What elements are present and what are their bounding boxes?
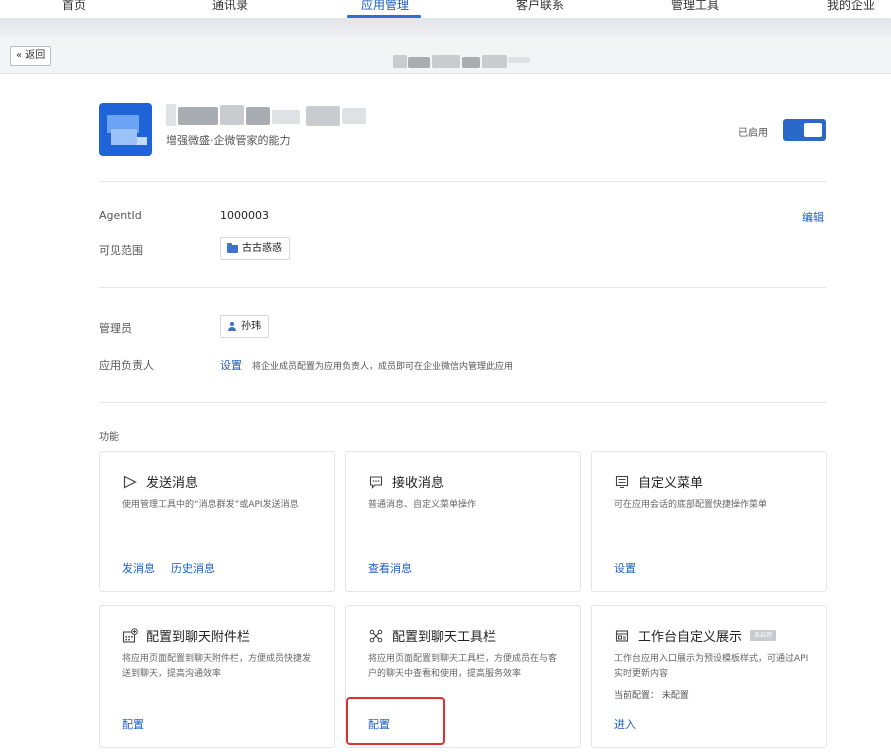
admin-label: 管理员	[99, 322, 132, 335]
app-name-redacted	[306, 106, 340, 126]
nav-management-tools[interactable]: 管理工具	[671, 0, 719, 13]
visible-range-chip[interactable]: 古古惑惑	[220, 237, 290, 260]
card-description: 将应用页面配置到聊天工具栏，方便成员在与客户的聊天中查看和使用，提高服务效率	[368, 654, 558, 679]
agentid-value: 1000003	[220, 209, 269, 222]
page-title-redacted	[393, 55, 407, 68]
page-title-redacted	[408, 57, 430, 68]
owner-set-link[interactable]: 设置	[220, 357, 242, 373]
card-title: 发送消息	[146, 476, 199, 491]
divider	[99, 181, 826, 182]
toolbar-icon	[368, 628, 384, 644]
app-name-redacted	[166, 104, 176, 126]
send-icon	[122, 474, 138, 490]
page-title-redacted	[508, 57, 530, 63]
attachment-bar-configure-link[interactable]: 配置	[122, 716, 144, 732]
nav-my-company[interactable]: 我的企业	[827, 0, 875, 13]
card-description: 可在应用会话的底部配置快捷操作菜单	[614, 500, 768, 510]
card-title: 工作台自定义展示	[638, 630, 743, 645]
agentid-label: AgentId	[99, 209, 142, 222]
edit-link[interactable]: 编辑	[802, 209, 824, 225]
card-description: 工作台应用入口展示为预设模板样式，可通过API实时更新内容	[614, 654, 809, 679]
card-description: 普通消息、自定义菜单操作	[368, 500, 477, 510]
card-chat-attachment-bar: 配置到聊天附件栏 将应用页面配置到聊天附件栏，方便成员快捷发送到聊天，提高沟通效…	[99, 605, 335, 748]
send-message-link[interactable]: 发消息	[122, 560, 155, 576]
chat-bubble-icon	[368, 474, 384, 490]
visible-range-label: 可见范围	[99, 244, 143, 257]
page-title-redacted	[432, 55, 460, 68]
card-title: 配置到聊天工具栏	[392, 630, 497, 645]
app-name-redacted	[220, 105, 244, 125]
card-title: 配置到聊天附件栏	[146, 630, 251, 645]
status-badge: 未启用	[750, 630, 777, 641]
person-icon	[227, 321, 237, 332]
workbench-icon	[614, 628, 630, 644]
admin-chip[interactable]: 孙玮	[220, 315, 269, 338]
attachment-grid-icon	[122, 627, 138, 644]
nav-shadow	[0, 18, 891, 38]
app-name-redacted	[272, 110, 300, 124]
card-description: 将应用页面配置到聊天附件栏，方便成员快捷发送到聊天，提高沟通效率	[122, 654, 312, 679]
card-receive-message: 接收消息 普通消息、自定义菜单操作 查看消息	[345, 451, 581, 592]
visible-range-value: 古古惑惑	[242, 243, 282, 254]
functions-section-label: 功能	[99, 432, 119, 443]
divider	[99, 402, 826, 403]
menu-icon	[614, 474, 630, 490]
card-title: 自定义菜单	[638, 476, 704, 491]
nav-app-management[interactable]: 应用管理	[361, 0, 409, 13]
current-config: 当前配置： 未配置	[614, 691, 689, 701]
app-name-redacted	[246, 107, 270, 125]
workbench-enter-link[interactable]: 进入	[614, 716, 636, 732]
admin-value: 孙玮	[241, 321, 261, 332]
nav-contacts[interactable]: 通讯录	[212, 0, 248, 13]
owner-label: 应用负责人	[99, 359, 154, 372]
page-title-redacted	[462, 57, 480, 68]
folder-icon	[227, 242, 238, 253]
card-title: 接收消息	[392, 476, 445, 491]
status-label: 已启用	[738, 128, 768, 139]
nav-home[interactable]: 首页	[62, 0, 86, 13]
view-messages-link[interactable]: 查看消息	[368, 560, 412, 576]
message-history-link[interactable]: 历史消息	[171, 560, 215, 576]
card-workbench-display: 工作台自定义展示 未启用 工作台应用入口展示为预设模板样式，可通过API实时更新…	[591, 605, 827, 748]
app-name-redacted	[342, 108, 366, 124]
app-name-redacted	[178, 107, 218, 125]
card-send-message: 发送消息 使用管理工具中的“消息群发”或API发送消息 发消息 历史消息	[99, 451, 335, 592]
card-description: 使用管理工具中的“消息群发”或API发送消息	[122, 500, 299, 510]
top-nav: 首页 通讯录 应用管理 客户联系 管理工具 我的企业	[0, 0, 891, 18]
sub-header: « 返回	[0, 38, 891, 74]
enable-toggle[interactable]	[783, 119, 826, 141]
highlight-box	[346, 697, 445, 745]
app-logo	[99, 103, 152, 156]
page-title-redacted	[482, 55, 507, 68]
app-subtitle: 增强微盛·企微管家的能力	[166, 134, 291, 147]
card-custom-menu: 自定义菜单 可在应用会话的底部配置快捷操作菜单 设置	[591, 451, 827, 592]
back-button[interactable]: « 返回	[10, 46, 52, 66]
divider	[99, 287, 826, 288]
nav-customer-contact[interactable]: 客户联系	[516, 0, 564, 13]
owner-hint: 将企业成员配置为应用负责人，成员即可在企业微信内管理此应用	[252, 362, 514, 372]
custom-menu-set-link[interactable]: 设置	[614, 560, 636, 576]
